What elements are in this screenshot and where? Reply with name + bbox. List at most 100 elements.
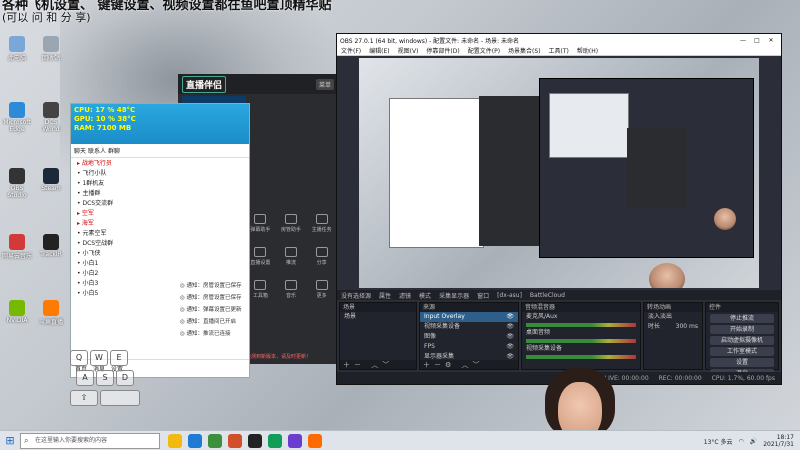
obs-menu-item[interactable]: 文件(F) xyxy=(341,46,361,55)
obs-preview[interactable] xyxy=(359,58,759,288)
desktop-icon[interactable]: OBS Studio xyxy=(2,168,32,199)
obs-toolbar-item[interactable]: 采集显示器 xyxy=(439,291,469,300)
status-rec: REC: 00:00:00 xyxy=(658,374,702,382)
taskbar-app-icon[interactable] xyxy=(268,433,282,448)
volume-meter[interactable] xyxy=(526,339,636,343)
control-button[interactable]: 停止推流 xyxy=(710,314,774,323)
desktop-icon[interactable]: 网易云音乐 xyxy=(2,234,32,260)
desktop-icon-label: OBS Studio xyxy=(7,185,27,199)
visibility-icon[interactable]: 👁 xyxy=(506,323,514,331)
desktop-icon[interactable]: 回收站 xyxy=(36,36,66,62)
taskbar-app-icon[interactable] xyxy=(168,433,182,448)
scene-item[interactable]: 场景 xyxy=(340,312,416,322)
list-item[interactable]: • 1群机友 xyxy=(77,179,243,189)
list-item[interactable]: • 飞行小队 xyxy=(77,169,243,179)
tool-icon xyxy=(315,214,328,224)
source-item[interactable]: FPS 👁 xyxy=(420,342,518,352)
assistant-tool[interactable]: 更多 xyxy=(307,280,336,299)
chat-tab[interactable]: 联系人 xyxy=(88,146,106,155)
obs-menu-bar: 文件(F) 编辑(E) 视图(V) 停靠部件(D) 配置文件(P) 场景集合(S) 工具(T… xyxy=(337,46,781,56)
list-item[interactable]: • 小飞侠 xyxy=(77,249,243,259)
assistant-tool[interactable]: 主播任务 xyxy=(307,214,336,233)
assistant-tool[interactable]: 直播设置 xyxy=(246,247,275,266)
controls-buttons: 停止推流开始录制启动虚拟摄像机工作室模式设置退出 xyxy=(706,314,778,378)
list-item[interactable]: • 元素空军 xyxy=(77,229,243,239)
control-button[interactable]: 启动虚拟摄像机 xyxy=(710,336,774,345)
preview-webcam-face xyxy=(649,263,685,288)
source-item[interactable]: Input Overlay 👁 xyxy=(420,312,518,322)
control-button[interactable]: 开始录制 xyxy=(710,325,774,334)
obs-toolbar-item[interactable]: 没有选择源 xyxy=(341,291,371,300)
source-item[interactable]: 视频采集设备 👁 xyxy=(420,322,518,332)
list-item[interactable]: ▸ 空军 xyxy=(77,209,243,219)
desktop-icon[interactable]: Microsoft Edge xyxy=(2,102,32,133)
windows-start-icon[interactable]: ⊞ xyxy=(0,434,20,447)
desktop-icon-label: 斗鱼直播 xyxy=(38,319,63,326)
maximize-icon[interactable]: □ xyxy=(750,37,764,44)
list-item[interactable]: • 主播群 xyxy=(77,189,243,199)
source-item[interactable]: 图像 👁 xyxy=(420,332,518,342)
chat-tab[interactable]: 聊天 xyxy=(74,146,86,155)
taskbar-search-input[interactable]: ⌕ 在这里输入你要搜索的内容 xyxy=(20,432,160,449)
mixer-channel-label: 麦克风/Aux xyxy=(526,313,558,320)
network-icon[interactable]: ◠ xyxy=(739,438,744,445)
visibility-icon[interactable]: 👁 xyxy=(506,313,514,321)
assistant-tool[interactable]: 分享 xyxy=(307,247,336,266)
visibility-icon[interactable]: 👁 xyxy=(506,333,514,341)
desktop-icon-label: Microsoft Edge xyxy=(3,119,31,133)
obs-toolbar-item[interactable]: 窗口 xyxy=(477,291,489,300)
taskbar-app-icon[interactable] xyxy=(288,433,302,448)
obs-toolbar-item[interactable]: BattleCloud xyxy=(530,292,565,299)
minimize-icon[interactable]: — xyxy=(736,37,750,44)
taskbar-app-icon[interactable] xyxy=(208,433,222,448)
list-item[interactable]: • DCS交流群 xyxy=(77,199,243,209)
obs-menu-item[interactable]: 编辑(E) xyxy=(369,46,389,55)
obs-toolbar-item[interactable]: 模式 xyxy=(419,291,431,300)
list-item[interactable]: • 小白1 xyxy=(77,259,243,269)
assistant-tool[interactable]: 音乐 xyxy=(277,280,306,299)
volume-meter[interactable] xyxy=(526,355,636,359)
desktop-icon[interactable]: Steam xyxy=(36,168,66,192)
volume-icon[interactable]: 🔊 xyxy=(750,438,757,445)
list-item[interactable]: ▸ 战地飞行员 xyxy=(77,159,243,169)
list-item[interactable]: • DCS空战群 xyxy=(77,239,243,249)
chat-tab[interactable]: 群聊 xyxy=(108,146,120,155)
obs-menu-item[interactable]: 帮助(H) xyxy=(577,46,598,55)
transition-duration[interactable]: 时长 300 ms xyxy=(644,322,702,332)
control-button[interactable]: 工作室模式 xyxy=(710,347,774,356)
assistant-menu-button[interactable]: 菜单 xyxy=(315,78,334,90)
assistant-tool[interactable]: 房管助手 xyxy=(277,214,306,233)
desktop-icon[interactable]: TrackIR xyxy=(36,234,66,258)
taskbar-app-icon[interactable] xyxy=(188,433,202,448)
assistant-tool[interactable]: 推流 xyxy=(277,247,306,266)
volume-meter[interactable] xyxy=(526,323,636,327)
obs-toolbar-item[interactable]: 属性 xyxy=(379,291,391,300)
desktop-icon[interactable]: 斗鱼直播 xyxy=(36,300,66,326)
obs-toolbar-item[interactable]: [dx-asu] xyxy=(497,292,522,299)
visibility-icon[interactable]: 👁 xyxy=(506,343,514,351)
assistant-tool[interactable]: 弹幕助手 xyxy=(246,214,275,233)
obs-menu-item[interactable]: 配置文件(P) xyxy=(468,46,500,55)
obs-menu-item[interactable]: 视图(V) xyxy=(398,46,419,55)
taskbar-app-icon[interactable] xyxy=(308,433,322,448)
list-item[interactable]: • 小白2 xyxy=(77,269,243,279)
desktop-icon[interactable]: 此电脑 xyxy=(2,36,32,62)
obs-toolbar-item[interactable]: 滤镜 xyxy=(399,291,411,300)
tool-icon xyxy=(315,280,328,290)
desktop-icon[interactable]: NVIDIA xyxy=(2,300,32,324)
taskbar-app-icon[interactable] xyxy=(228,433,242,448)
notification-item: ◎ 通知：弹幕设置已更新 xyxy=(180,307,242,313)
obs-menu-item[interactable]: 场景集合(S) xyxy=(508,46,541,55)
close-icon[interactable]: ✕ xyxy=(764,37,778,44)
control-button[interactable]: 设置 xyxy=(710,358,774,367)
taskbar-app-icon[interactable] xyxy=(248,433,262,448)
weather-widget[interactable]: 13°C 多云 xyxy=(704,437,733,446)
obs-menu-item[interactable]: 停靠部件(D) xyxy=(426,46,459,55)
list-item[interactable]: ▸ 海军 xyxy=(77,219,243,229)
clock[interactable]: 18:17 2021/7/31 xyxy=(763,434,794,448)
transition-type[interactable]: 淡入淡出 xyxy=(644,312,702,322)
obs-menu-item[interactable]: 工具(T) xyxy=(549,46,569,55)
obs-title: OBS 27.0.1 (64 bit, windows) - 配置文件: 未命名… xyxy=(340,37,520,45)
desktop-icon[interactable]: DCS World xyxy=(36,102,66,133)
assistant-tool[interactable]: 工具箱 xyxy=(246,280,275,299)
